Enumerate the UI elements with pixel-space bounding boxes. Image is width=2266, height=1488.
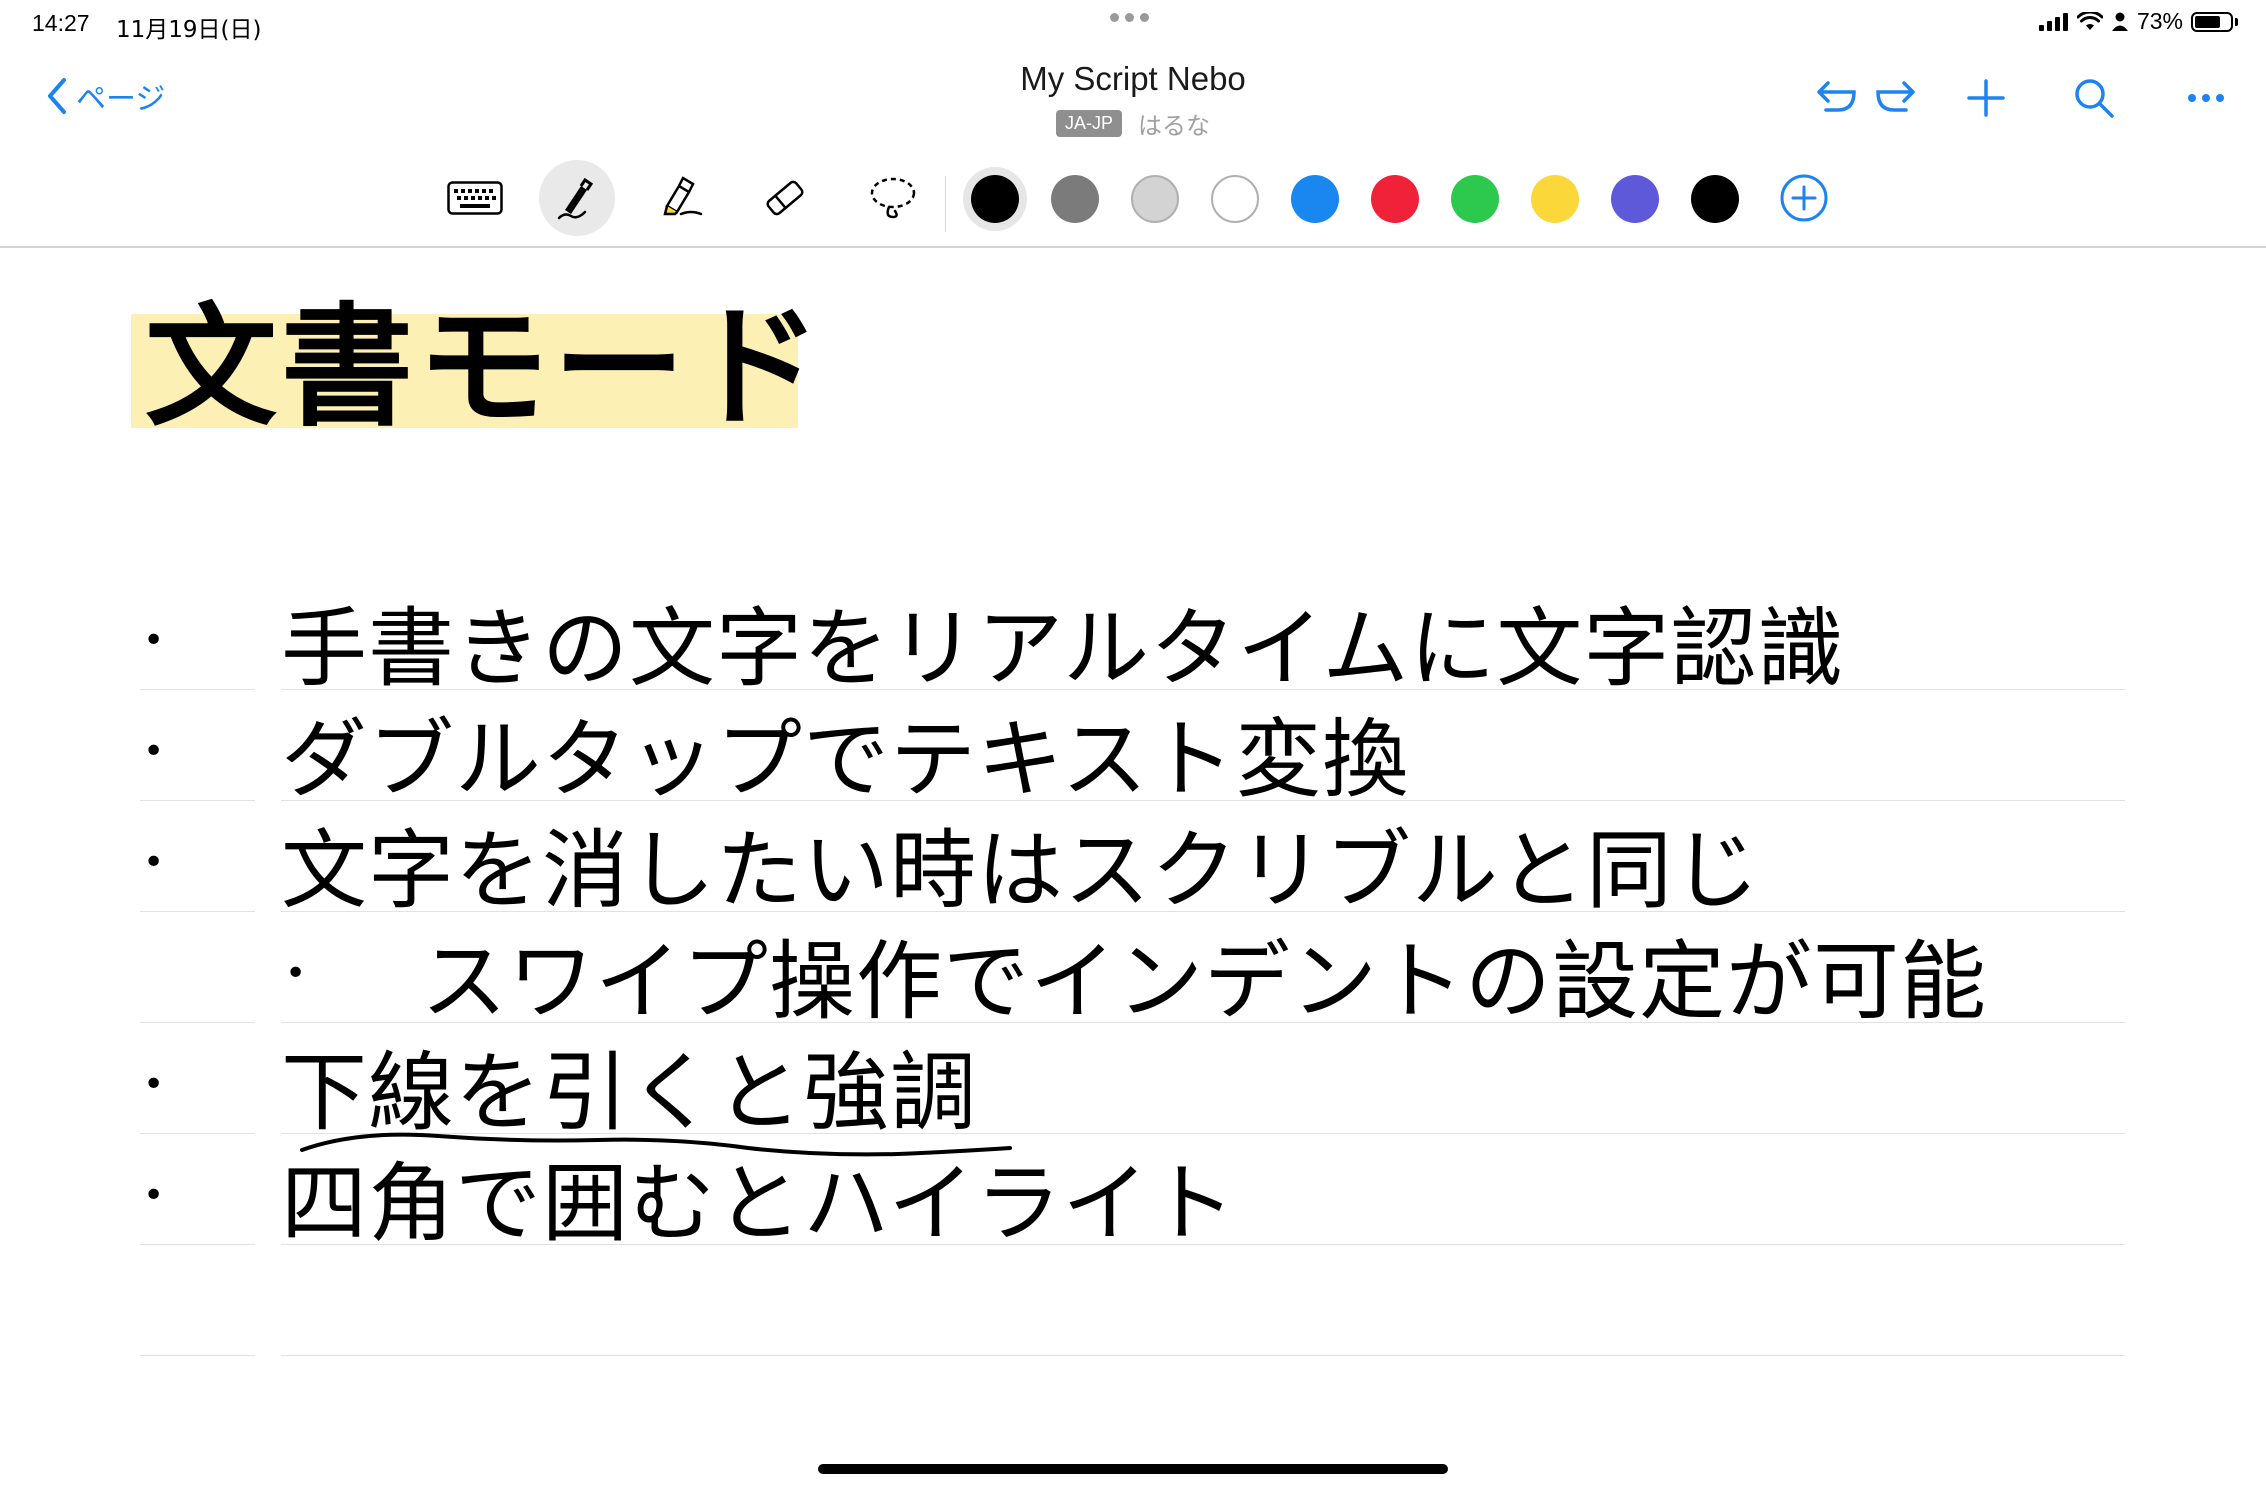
document-heading[interactable]: 文書モード [145, 295, 825, 441]
battery-percent: 73% [2136, 8, 2183, 34]
ruled-line [281, 1355, 2125, 1356]
color-swatch-black[interactable] [1691, 175, 1739, 223]
multitasking-dots-icon[interactable] [1110, 13, 1149, 22]
keyboard-tool[interactable] [437, 160, 513, 236]
plus-icon [1967, 79, 2005, 117]
eraser-icon [766, 180, 804, 216]
add-button[interactable] [1956, 68, 2016, 128]
pen-icon [557, 177, 594, 220]
redo-button[interactable] [1866, 68, 1926, 128]
ruled-line [140, 1133, 255, 1134]
lasso-tool[interactable] [855, 160, 931, 236]
color-swatch-white[interactable] [1211, 175, 1259, 223]
handwriting-name: はるな [1138, 112, 1210, 140]
language-badge[interactable]: JA-JP [1055, 110, 1122, 137]
search-button[interactable] [2064, 68, 2124, 128]
nav-actions [1806, 68, 2236, 128]
list-item[interactable]: ダブルタップでテキスト変換 [281, 717, 1409, 803]
color-swatch-black-selected[interactable] [963, 167, 1027, 231]
list-bullet-nested: • [285, 953, 307, 994]
list-bullet: • [143, 1175, 165, 1216]
ruled-line [140, 689, 255, 690]
list-item-underlined[interactable]: 下線を引くと強調 [281, 1050, 977, 1136]
highlighter-icon [663, 176, 703, 216]
ruled-line [140, 911, 255, 912]
search-icon [2075, 79, 2114, 118]
writing-canvas[interactable]: 文書モード • 手書きの文字をリアルタイムに文字認識 • ダブルタップでテキスト… [0, 248, 2266, 1488]
lasso-icon [870, 177, 916, 219]
color-swatch-green[interactable] [1451, 175, 1499, 223]
color-swatch-purple[interactable] [1611, 175, 1659, 223]
undo-button[interactable] [1806, 68, 1866, 128]
color-swatch-blue[interactable] [1291, 175, 1339, 223]
list-bullet: • [143, 842, 165, 883]
cellular-signal-icon [2038, 12, 2068, 31]
ruled-line [140, 1244, 255, 1245]
list-bullet: • [143, 620, 165, 661]
list-item-nested[interactable]: スワイプ操作でインデントの設定が可能 [421, 939, 1987, 1025]
ruled-line [140, 1355, 255, 1356]
color-swatch-gray[interactable] [1051, 175, 1099, 223]
add-color-button[interactable] [1766, 160, 1842, 236]
color-swatch-black-fill [971, 175, 1019, 223]
color-swatch-light-gray[interactable] [1131, 175, 1179, 223]
person-icon [2111, 12, 2128, 31]
status-date: 11月19日(日) [116, 17, 262, 43]
toolbar [0, 154, 2266, 240]
list-item[interactable]: 文字を消したい時はスクリブルと同じ [281, 828, 1760, 914]
list-bullet: • [143, 731, 165, 772]
more-button[interactable] [2176, 68, 2236, 128]
redo-icon [1876, 81, 1915, 112]
highlighter-tool[interactable] [641, 160, 717, 236]
home-indicator[interactable] [818, 1464, 1448, 1474]
status-time: 14:27 [32, 10, 90, 36]
undo-icon [1817, 81, 1856, 112]
keyboard-icon [447, 181, 503, 215]
wifi-icon [2076, 11, 2103, 30]
pen-tool[interactable] [539, 160, 615, 236]
list-item[interactable]: 四角で囲むとハイライト [281, 1161, 1236, 1247]
ruled-line [140, 800, 255, 801]
ruled-line [140, 1022, 255, 1023]
plus-circle-icon [1780, 174, 1828, 222]
battery-icon [2191, 11, 2233, 32]
list-bullet: • [143, 1064, 165, 1105]
ellipsis-icon [2188, 94, 2224, 102]
color-swatch-red[interactable] [1371, 175, 1419, 223]
status-right: 73% [2038, 8, 2238, 35]
list-item[interactable]: 手書きの文字をリアルタイムに文字認識 [281, 606, 1844, 692]
color-swatch-yellow[interactable] [1531, 175, 1579, 223]
battery-cap [2235, 17, 2238, 26]
toolbar-divider [945, 176, 946, 232]
eraser-tool[interactable] [747, 160, 823, 236]
